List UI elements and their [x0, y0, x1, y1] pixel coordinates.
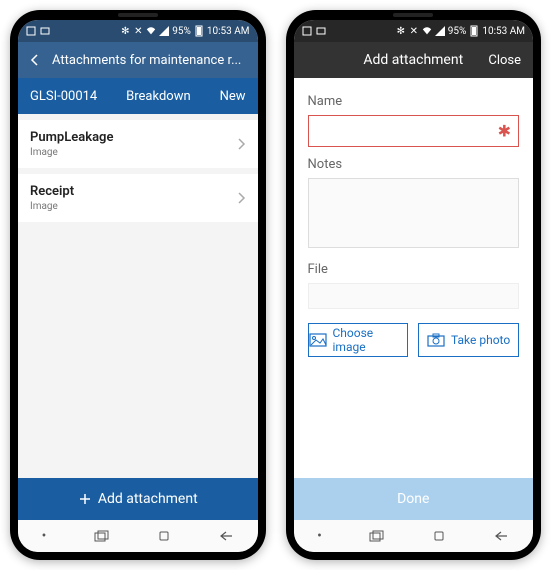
attachment-form: Name ✱ Notes File Choose image — [294, 78, 534, 478]
status-bar: ✻ ✕ 95% 10:53 AM — [294, 20, 534, 42]
status-left-icons — [26, 26, 50, 36]
camera-icon — [427, 333, 445, 347]
mute-icon: ✕ — [133, 26, 143, 36]
take-photo-label: Take photo — [451, 333, 510, 347]
list-item[interactable]: PumpLeakage Image — [18, 120, 258, 168]
bluetooth-icon: ✻ — [120, 26, 130, 36]
back-icon[interactable] — [28, 53, 42, 67]
speaker-slot — [118, 13, 158, 17]
status-right-icons: ✻ ✕ 95% 10:53 AM — [396, 26, 525, 37]
attachment-type: Image — [30, 147, 113, 158]
notes-label: Notes — [308, 157, 520, 172]
android-nav-bar: • — [18, 520, 258, 552]
status-left-icons — [302, 26, 326, 36]
page-title: Add attachment — [356, 52, 472, 68]
screen-left: ✻ ✕ 95% 10:53 AM Attachments for maint — [18, 20, 258, 552]
recents-icon[interactable] — [369, 530, 385, 542]
attachment-name: PumpLeakage — [30, 130, 113, 145]
signal-icon — [159, 26, 169, 36]
done-label: Done — [397, 491, 429, 507]
notes-input[interactable] — [308, 178, 520, 248]
chevron-right-icon — [236, 137, 246, 151]
battery-icon — [194, 26, 204, 36]
clock-time: 10:53 AM — [207, 26, 250, 37]
notification-icon-2 — [316, 26, 326, 36]
battery-percent: 95% — [448, 26, 467, 37]
wifi-icon — [146, 26, 156, 36]
clock-time: 10:53 AM — [482, 26, 525, 37]
name-input[interactable] — [308, 115, 520, 147]
required-star-icon: ✱ — [498, 122, 511, 141]
bluetooth-icon: ✻ — [396, 26, 406, 36]
back-nav-icon[interactable] — [493, 530, 509, 542]
choose-image-label: Choose image — [333, 326, 408, 354]
page-title: Attachments for maintenance r... — [52, 53, 248, 68]
screen-right: ✻ ✕ 95% 10:53 AM Add attachment Close — [294, 20, 534, 552]
home-icon[interactable] — [157, 529, 171, 543]
file-display — [308, 283, 520, 309]
record-status: New — [220, 89, 246, 104]
close-button[interactable]: Close — [481, 53, 521, 68]
add-attachment-button[interactable]: Add attachment — [18, 478, 258, 520]
record-type: Breakdown — [126, 89, 191, 104]
chevron-right-icon — [236, 191, 246, 205]
notification-icon — [26, 26, 36, 36]
app-bar: Attachments for maintenance r... — [18, 42, 258, 78]
android-nav-bar: • — [294, 520, 534, 552]
file-label: File — [308, 262, 520, 277]
choose-image-button[interactable]: Choose image — [308, 323, 409, 357]
status-right-icons: ✻ ✕ 95% 10:53 AM — [120, 26, 249, 37]
battery-percent: 95% — [172, 26, 191, 37]
nav-dot: • — [317, 528, 322, 544]
notification-icon-2 — [40, 26, 50, 36]
notification-icon — [302, 26, 312, 36]
attachment-type: Image — [30, 201, 74, 212]
attachment-name: Receipt — [30, 184, 74, 199]
speaker-slot — [393, 13, 433, 17]
record-id: GLSI-00014 — [30, 89, 97, 104]
phone-right: ✻ ✕ 95% 10:53 AM Add attachment Close — [286, 10, 542, 560]
take-photo-button[interactable]: Take photo — [418, 323, 519, 357]
back-nav-icon[interactable] — [218, 530, 234, 542]
done-button[interactable]: Done — [294, 478, 534, 520]
recents-icon[interactable] — [94, 530, 110, 542]
attachments-list: PumpLeakage Image Receipt Image — [18, 114, 258, 478]
phone-left: ✻ ✕ 95% 10:53 AM Attachments for maint — [10, 10, 266, 560]
signal-icon — [435, 26, 445, 36]
nav-dot: • — [42, 528, 47, 544]
record-info-bar: GLSI-00014 Breakdown New — [18, 78, 258, 114]
app-bar: Add attachment Close — [294, 42, 534, 78]
status-bar: ✻ ✕ 95% 10:53 AM — [18, 20, 258, 42]
plus-icon — [78, 492, 92, 506]
list-item[interactable]: Receipt Image — [18, 174, 258, 222]
name-label: Name — [308, 94, 520, 109]
add-attachment-label: Add attachment — [98, 491, 198, 507]
mute-icon: ✕ — [409, 26, 419, 36]
battery-icon — [469, 26, 479, 36]
home-icon[interactable] — [432, 529, 446, 543]
image-icon — [309, 333, 327, 347]
wifi-icon — [422, 26, 432, 36]
